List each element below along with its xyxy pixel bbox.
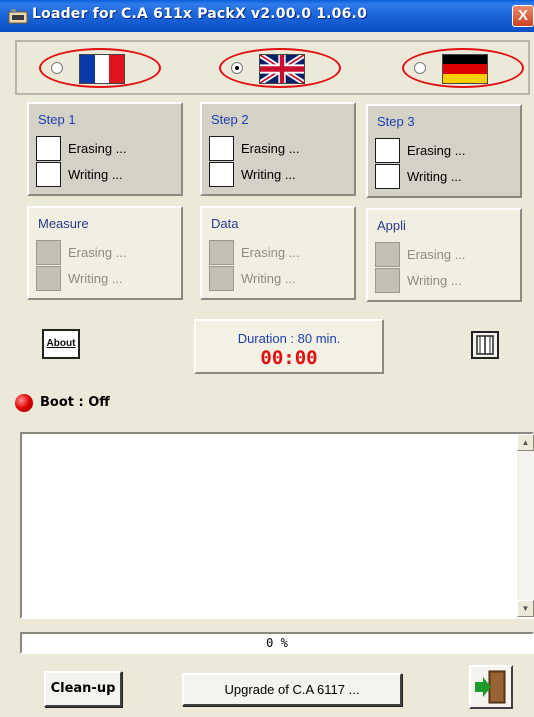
- window-layout-icon[interactable]: [470, 330, 500, 360]
- writing-label: Writing ...: [241, 271, 296, 286]
- writing-label: Writing ...: [407, 169, 462, 184]
- writing-checkbox: [36, 266, 61, 291]
- title-bar: Loader for C.A 611x PackX v2.00.0 1.06.0…: [0, 0, 534, 32]
- writing-checkbox[interactable]: [36, 162, 61, 187]
- uk-flag-icon: [259, 54, 305, 84]
- progress-text: 0 %: [266, 636, 288, 650]
- writing-label: Writing ...: [407, 273, 462, 288]
- app-icon: [8, 9, 28, 24]
- section-title: Measure: [38, 216, 89, 231]
- measure-panel: Measure Erasing ... Writing ...: [27, 206, 183, 300]
- section-title: Appli: [377, 218, 406, 233]
- erasing-label: Erasing ...: [241, 245, 300, 260]
- language-german-radio[interactable]: [414, 62, 426, 74]
- language-german-button[interactable]: [402, 48, 524, 88]
- language-selector: [15, 40, 530, 95]
- exit-door-icon: [475, 670, 506, 704]
- boot-status: Boot : Off: [40, 395, 110, 410]
- window-title: Loader for C.A 611x PackX v2.00.0 1.06.0: [32, 6, 368, 22]
- erasing-checkbox[interactable]: [36, 136, 61, 161]
- erasing-checkbox[interactable]: [209, 136, 234, 161]
- duration-label: Duration : 80 min.: [237, 331, 341, 346]
- erasing-checkbox: [375, 242, 400, 267]
- progress-bar: 0 %: [20, 632, 534, 654]
- language-english-button[interactable]: [219, 48, 341, 88]
- data-panel: Data Erasing ... Writing ...: [200, 206, 356, 300]
- about-button[interactable]: About: [42, 329, 80, 359]
- language-french-button[interactable]: [39, 48, 161, 88]
- log-scrollbar[interactable]: ▲ ▼: [517, 434, 534, 617]
- erasing-checkbox[interactable]: [375, 138, 400, 163]
- section-title: Data: [211, 216, 239, 231]
- writing-checkbox[interactable]: [209, 162, 234, 187]
- scroll-down-icon[interactable]: ▼: [517, 600, 534, 617]
- germany-flag-icon: [442, 54, 488, 84]
- step-title: Step 1: [38, 112, 76, 127]
- scroll-up-icon[interactable]: ▲: [517, 434, 534, 451]
- log-textarea[interactable]: ▲ ▼: [20, 432, 534, 619]
- step-title: Step 3: [377, 114, 415, 129]
- erasing-checkbox: [209, 240, 234, 265]
- erasing-label: Erasing ...: [68, 141, 127, 156]
- exit-button[interactable]: [469, 665, 513, 709]
- appli-panel: Appli Erasing ... Writing ...: [366, 208, 522, 302]
- timer-value: 00:00: [260, 347, 318, 369]
- writing-checkbox: [375, 268, 400, 293]
- language-english-radio[interactable]: [231, 62, 243, 74]
- writing-label: Writing ...: [241, 167, 296, 182]
- step-1-panel: Step 1 Erasing ... Writing ...: [27, 102, 183, 196]
- writing-label: Writing ...: [68, 271, 123, 286]
- step-title: Step 2: [211, 112, 249, 127]
- writing-label: Writing ...: [68, 167, 123, 182]
- duration-display: Duration : 80 min. 00:00: [194, 319, 384, 374]
- erasing-label: Erasing ...: [241, 141, 300, 156]
- writing-checkbox: [209, 266, 234, 291]
- erasing-label: Erasing ...: [407, 143, 466, 158]
- language-french-radio[interactable]: [51, 62, 63, 74]
- cleanup-button[interactable]: Clean-up: [44, 671, 122, 707]
- boot-status-led-icon: [15, 394, 33, 412]
- close-button[interactable]: X: [512, 5, 534, 27]
- writing-checkbox[interactable]: [375, 164, 400, 189]
- step-2-panel: Step 2 Erasing ... Writing ...: [200, 102, 356, 196]
- erasing-checkbox: [36, 240, 61, 265]
- erasing-label: Erasing ...: [407, 247, 466, 262]
- france-flag-icon: [79, 54, 125, 84]
- upgrade-button[interactable]: Upgrade of C.A 6117 ...: [182, 673, 402, 706]
- erasing-label: Erasing ...: [68, 245, 127, 260]
- step-3-panel: Step 3 Erasing ... Writing ...: [366, 104, 522, 198]
